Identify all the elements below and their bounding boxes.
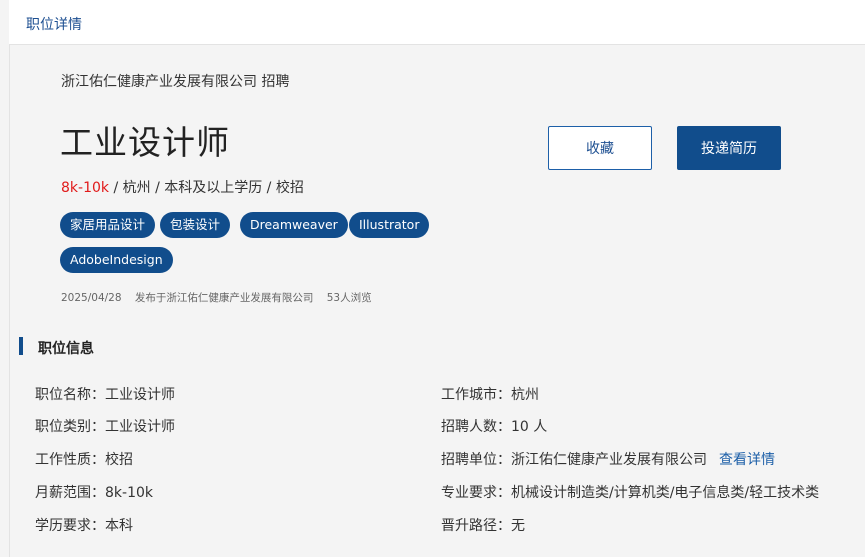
tag: AdobeIndesign xyxy=(60,247,173,273)
info-job-name: 职位名称：工业设计师 xyxy=(35,384,175,404)
info-label: 招聘单位： xyxy=(441,452,511,468)
favorite-button[interactable]: 收藏 xyxy=(548,126,652,170)
info-value: 校招 xyxy=(105,452,133,468)
view-count: 53人浏览 xyxy=(326,292,372,304)
info-value: 无 xyxy=(511,518,525,534)
info-major: 专业要求：机械设计制造类/计算机类/电子信息类/轻工技术类 xyxy=(441,482,819,502)
info-label: 工作城市： xyxy=(441,387,511,403)
info-headcount: 招聘人数：10 人 xyxy=(441,416,547,436)
header-bar: 职位详情 xyxy=(9,0,865,45)
info-label: 月薪范围： xyxy=(35,485,105,501)
summary-rest: / 杭州 / 本科及以上学历 / 校招 xyxy=(109,180,304,196)
info-value: 工业设计师 xyxy=(105,419,175,435)
info-value: 本科 xyxy=(105,518,133,534)
info-label: 职位类别： xyxy=(35,419,105,435)
publish-info: 2025/04/28 发布于浙江佑仁健康产业发展有限公司 53人浏览 xyxy=(61,290,382,305)
info-city: 工作城市：杭州 xyxy=(441,384,539,404)
info-value: 10 人 xyxy=(511,419,548,435)
info-promotion: 晋升路径：无 xyxy=(441,515,525,535)
tag: Illustrator xyxy=(349,212,430,238)
view-details-link[interactable]: 查看详情 xyxy=(719,452,775,468)
page-title: 职位详情 xyxy=(26,17,82,33)
info-label: 工作性质： xyxy=(35,452,105,468)
salary: 8k-10k xyxy=(61,180,109,196)
apply-button[interactable]: 投递简历 xyxy=(677,126,781,170)
tag: 家居用品设计 xyxy=(60,212,156,238)
info-salary-range: 月薪范围：8k-10k xyxy=(35,482,153,502)
tag: 包装设计 xyxy=(160,212,231,238)
publisher: 发布于浙江佑仁健康产业发展有限公司 xyxy=(134,292,314,304)
tag: Dreamweaver xyxy=(240,212,348,238)
info-label: 晋升路径： xyxy=(441,518,511,534)
section-title: 职位信息 xyxy=(38,341,94,357)
info-label: 学历要求： xyxy=(35,518,105,534)
info-employer: 招聘单位：浙江佑仁健康产业发展有限公司 查看详情 xyxy=(441,449,775,469)
company-line: 浙江佑仁健康产业发展有限公司 招聘 xyxy=(61,74,290,90)
left-border xyxy=(9,0,10,557)
info-job-category: 职位类别：工业设计师 xyxy=(35,416,175,436)
info-value: 机械设计制造类/计算机类/电子信息类/轻工技术类 xyxy=(511,485,820,501)
info-label: 职位名称： xyxy=(35,387,105,403)
info-value: 工业设计师 xyxy=(105,387,175,403)
info-value: 杭州 xyxy=(511,387,539,403)
job-title: 工业设计师 xyxy=(60,123,230,162)
section-marker xyxy=(19,337,23,355)
info-job-nature: 工作性质：校招 xyxy=(35,449,133,469)
info-value: 浙江佑仁健康产业发展有限公司 xyxy=(511,452,707,468)
info-label: 招聘人数： xyxy=(441,419,511,435)
publish-date: 2025/04/28 xyxy=(61,292,122,304)
job-summary: 8k-10k / 杭州 / 本科及以上学历 / 校招 xyxy=(61,177,304,197)
info-label: 专业要求： xyxy=(441,485,511,501)
info-education: 学历要求：本科 xyxy=(35,515,133,535)
info-value: 8k-10k xyxy=(105,485,153,501)
